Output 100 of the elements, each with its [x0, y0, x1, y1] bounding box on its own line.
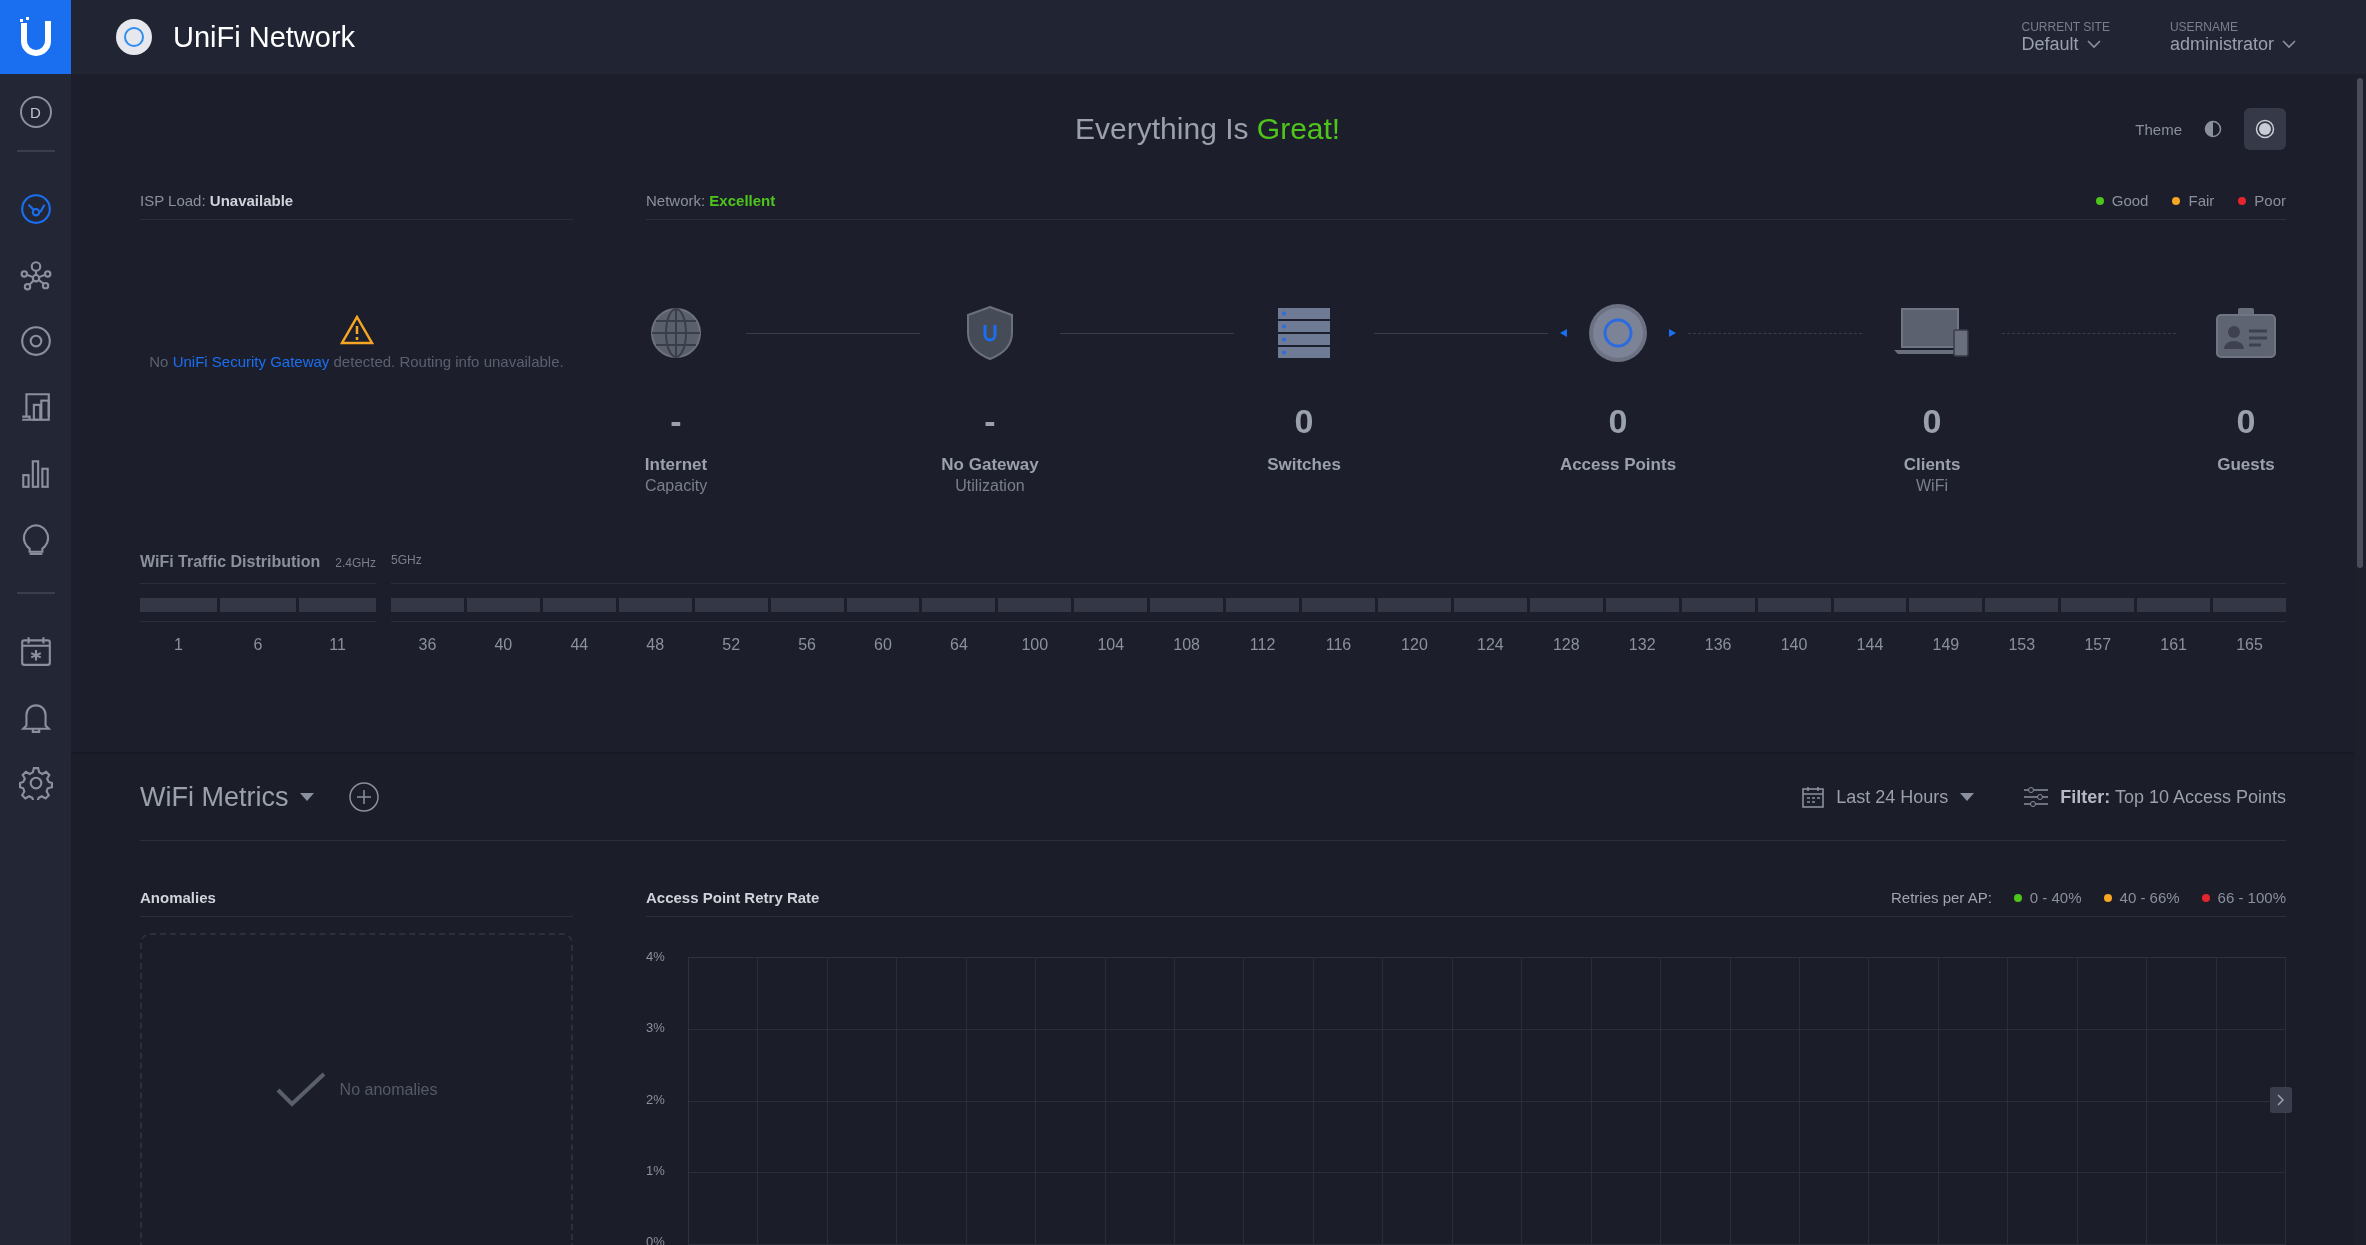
channel-number: 40 [494, 636, 513, 654]
laptop-phone-icon [1894, 308, 1970, 358]
channel-number: 108 [1173, 636, 1200, 654]
channel-number: 1 [173, 636, 183, 654]
site-selector[interactable]: Default [2021, 33, 2110, 55]
unifi-logo[interactable] [0, 0, 71, 74]
warning-icon [339, 315, 374, 345]
time-range-dropdown[interactable]: Last 24 Hours [1802, 786, 1975, 808]
app-name: UniFi Network [173, 20, 356, 54]
channel-number: 60 [874, 636, 892, 654]
dashboard-icon[interactable] [18, 192, 53, 226]
traffic-title: WiFi Traffic Distribution [140, 553, 321, 571]
status-headline: Everything Is Great! [1074, 112, 1342, 146]
device-sublabel: WiFi [1916, 477, 1948, 495]
legend-label: Poor [2254, 192, 2286, 209]
channel-number: 165 [2236, 636, 2263, 654]
devices-icon[interactable] [18, 324, 53, 358]
device-label: Internet [644, 455, 708, 475]
metrics-dropdown[interactable]: WiFi Metrics [140, 781, 315, 813]
theme-label: Theme [2135, 120, 2182, 138]
channel-number: 100 [1021, 636, 1049, 654]
filter-button[interactable]: Filter: Top 10 Access Points [2024, 786, 2286, 808]
sliders-icon [2024, 787, 2049, 807]
add-icon[interactable] [348, 781, 381, 813]
globe-icon [650, 307, 702, 359]
device-label: No Gateway [941, 455, 1039, 475]
username-label: USERNAME [2169, 19, 2239, 34]
channel-number: 6 [253, 636, 263, 654]
device-count: - [670, 402, 682, 441]
channel-number: 112 [1249, 636, 1276, 654]
device-count: 0 [1608, 402, 1628, 441]
channel-number: 161 [2160, 636, 2187, 654]
channel-number: 144 [1856, 636, 1884, 654]
legend-label: 66 - 100% [2217, 889, 2286, 906]
contrast-icon [2204, 120, 2222, 138]
channel-number: 48 [646, 636, 665, 654]
channel-number: 36 [418, 636, 437, 654]
gateway-link[interactable]: UniFi Security Gateway [172, 353, 330, 370]
device-label: Access Points [1559, 455, 1677, 475]
device-sublabel: Utilization [955, 477, 1025, 495]
legend-label: Fair [2188, 192, 2215, 209]
isp-load-label: ISP Load: Unavailable [140, 192, 294, 209]
channel-number: 157 [2084, 636, 2112, 654]
channel-number: 124 [1477, 636, 1504, 654]
topology-icon[interactable] [18, 258, 53, 292]
legend-label: 0 - 40% [2029, 889, 2082, 906]
channel-number: 128 [1552, 636, 1580, 654]
network-status: Network: Excellent [646, 192, 776, 209]
chevron-down-icon [2086, 39, 2101, 49]
band-label: 2.4GHz [335, 556, 376, 570]
chevron-right-icon [2277, 1093, 2285, 1106]
dark-mode-icon [2255, 119, 2275, 139]
channel-number: 44 [570, 636, 589, 654]
user-avatar[interactable]: D [19, 96, 52, 128]
channel-number: 132 [1628, 636, 1656, 654]
device-count: 0 [1294, 402, 1314, 441]
site-label: CURRENT SITE [2021, 19, 2110, 34]
channel-number: 52 [722, 636, 741, 654]
y-axis-label: 4% [646, 949, 666, 964]
device-count: - [984, 402, 996, 441]
anomalies-title: Anomalies [140, 889, 216, 906]
y-axis-label: 3% [646, 1020, 666, 1036]
chart-title: Access Point Retry Rate [646, 889, 820, 906]
device-count: 0 [2236, 402, 2256, 441]
app-logo [115, 18, 153, 56]
channel-number: 64 [950, 636, 968, 654]
caret-icon [300, 793, 315, 801]
shield-icon [966, 305, 1014, 361]
legend-label: Good [2111, 192, 2149, 209]
next-button[interactable] [2270, 1086, 2292, 1113]
device-label: Switches [1267, 455, 1341, 475]
legend-label: 40 - 66% [2119, 889, 2180, 906]
device-label: Clients [1903, 455, 1961, 475]
channel-number: 116 [1325, 636, 1352, 654]
calendar-icon [1802, 786, 1825, 808]
checkmark-icon [275, 1072, 326, 1108]
band-label: 5GHz [391, 553, 422, 567]
id-card-icon [2216, 307, 2276, 359]
settings-icon[interactable] [18, 766, 53, 800]
chevron-down-icon [2282, 39, 2296, 49]
channel-number: 136 [1704, 636, 1732, 654]
user-menu[interactable]: administrator [2169, 33, 2296, 55]
channel-number: 140 [1780, 636, 1808, 654]
theme-toggle[interactable] [2244, 108, 2286, 150]
channel-number: 11 [329, 636, 346, 654]
access-point-icon [1558, 302, 1678, 364]
channel-number: 56 [798, 636, 816, 654]
device-sublabel: Capacity [644, 477, 708, 495]
device-count: 0 [1922, 402, 1942, 441]
gateway-message: No UniFi Security Gateway detected. Routing info unavailable. [149, 353, 564, 370]
device-label: Guests [2217, 455, 2275, 475]
channel-number: 104 [1097, 636, 1125, 654]
caret-icon [1960, 793, 1975, 801]
y-axis-label: 1% [646, 1162, 666, 1178]
events-icon[interactable] [18, 634, 53, 668]
channel-number: 149 [1932, 636, 1960, 654]
server-stack-icon [1277, 307, 1331, 359]
legend-title: Retries per AP: [1890, 889, 1992, 906]
empty-message: No anomalies [339, 1081, 438, 1099]
y-axis-label: 2% [646, 1091, 666, 1107]
